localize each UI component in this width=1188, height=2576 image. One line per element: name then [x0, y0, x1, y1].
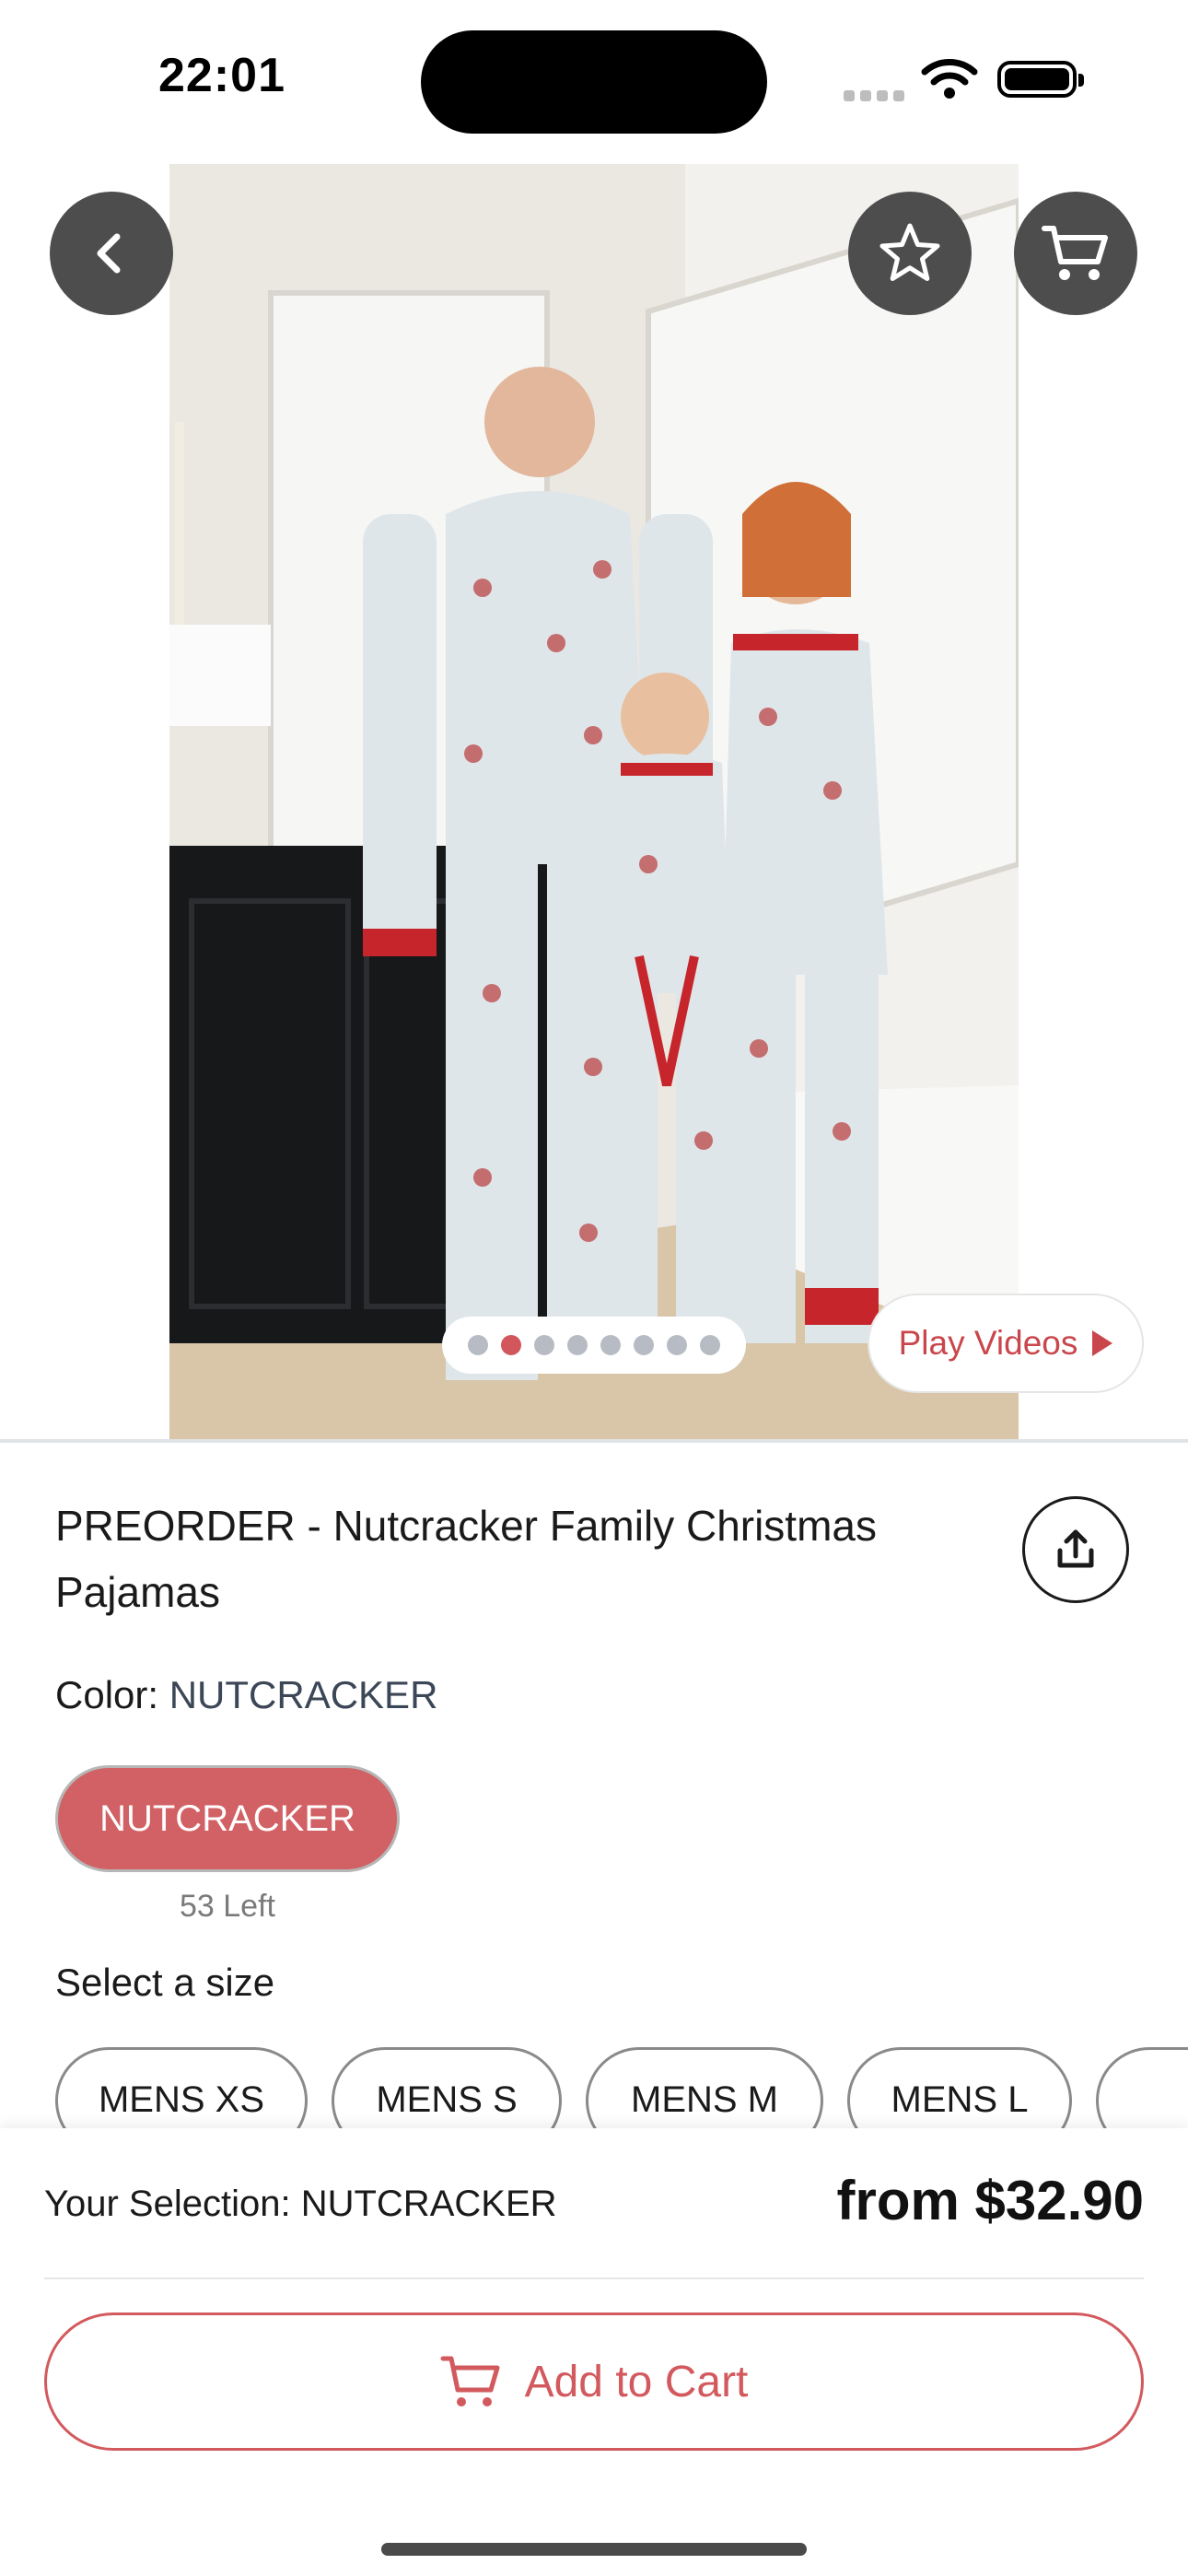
status-time: 22:01 [158, 49, 285, 102]
hero-divider [0, 1439, 1188, 1443]
gallery-pager[interactable] [442, 1317, 746, 1374]
size-option-more[interactable] [1096, 2047, 1188, 2128]
dynamic-island [421, 30, 767, 134]
color-value: NUTCRACKER [169, 1673, 438, 1716]
pager-dot[interactable] [600, 1335, 621, 1355]
pager-dot-active[interactable] [501, 1335, 521, 1355]
star-icon [879, 223, 940, 281]
price: from $32.90 [836, 2170, 1144, 2231]
size-option-mens-l[interactable]: MENS L [847, 2047, 1072, 2128]
pager-dot[interactable] [700, 1335, 720, 1355]
cellular-signal-icon [844, 85, 910, 101]
share-icon [1057, 1529, 1094, 1568]
add-to-cart-label: Add to Cart [524, 2357, 749, 2406]
divider [44, 2277, 1144, 2279]
cart-icon [1042, 226, 1108, 280]
play-videos-button[interactable]: Play Videos [868, 1294, 1144, 1393]
battery-icon [997, 61, 1084, 98]
back-button[interactable] [50, 192, 173, 315]
size-options[interactable]: MENS XS MENS S MENS M MENS L [0, 2047, 1188, 2128]
size-option-mens-s[interactable]: MENS S [332, 2047, 562, 2128]
product-title: PREORDER - Nutcracker Family Christmas P… [55, 1502, 877, 1616]
wifi-icon [921, 57, 978, 104]
play-icon [1092, 1330, 1113, 1356]
cart-button[interactable] [1014, 192, 1137, 315]
add-to-cart-button[interactable]: Add to Cart [44, 2313, 1144, 2451]
favorite-button[interactable] [848, 192, 972, 315]
product-image[interactable] [169, 164, 1019, 1439]
pager-dot[interactable] [634, 1335, 654, 1355]
bottom-purchase-bar: Your Selection: NUTCRACKER from $32.90 A… [0, 2128, 1188, 2576]
selection-summary: Your Selection: NUTCRACKER [44, 2184, 557, 2224]
share-button[interactable] [1022, 1496, 1129, 1603]
chevron-left-icon [97, 233, 121, 274]
color-label: Color: [55, 1673, 159, 1716]
play-videos-label: Play Videos [898, 1324, 1078, 1362]
size-prompt: Select a size [55, 1961, 275, 2004]
stock-count: 53 Left [180, 1889, 275, 1924]
pager-dot[interactable] [567, 1335, 588, 1355]
status-bar: 22:01 [0, 0, 1188, 157]
pager-dot[interactable] [534, 1335, 554, 1355]
color-option-nutcracker[interactable]: NUTCRACKER [55, 1765, 400, 1872]
pager-dot[interactable] [468, 1335, 488, 1355]
size-option-mens-xs[interactable]: MENS XS [55, 2047, 308, 2128]
size-option-mens-m[interactable]: MENS M [586, 2047, 823, 2128]
home-indicator[interactable] [381, 2543, 807, 2556]
pager-dot[interactable] [667, 1335, 687, 1355]
color-label-row: Color: NUTCRACKER [55, 1673, 437, 1717]
add-to-cart-icon [440, 2356, 500, 2406]
